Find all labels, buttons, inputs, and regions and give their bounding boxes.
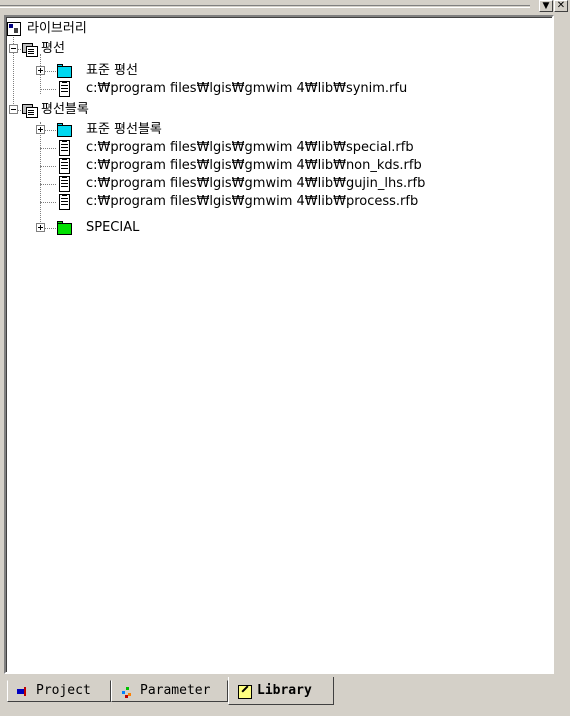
header-divider	[0, 5, 530, 6]
folder-icon	[56, 220, 72, 235]
tree-file-item[interactable]: c:₩program files₩lgis₩gmwim 4₩lib₩non_kd…	[6, 157, 546, 174]
tab-project[interactable]: Project	[7, 680, 111, 702]
expand-icon[interactable]	[36, 223, 45, 232]
tab-library[interactable]: Library	[228, 677, 334, 705]
close-icon: ✕	[556, 0, 566, 11]
tree-file-item[interactable]: c:₩program files₩lgis₩gmwim 4₩lib₩gujin_…	[6, 175, 546, 192]
tree-file-label: c:₩program files₩lgis₩gmwim 4₩lib₩proces…	[86, 194, 419, 209]
library-tree-panel[interactable]: 라이브러리 평선 표준 평선 c:₩program files₩lgis₩gmw…	[4, 15, 554, 674]
tree-folder-special[interactable]: SPECIAL	[6, 219, 546, 236]
expand-icon[interactable]	[36, 125, 45, 134]
document-icon	[56, 81, 72, 97]
folder-icon	[56, 63, 72, 78]
panel-header: ▼ ✕	[0, 0, 570, 15]
document-icon	[56, 194, 72, 210]
tree-file-item[interactable]: c:₩program files₩lgis₩gmwim 4₩lib₩specia…	[6, 139, 546, 156]
folder-icon	[56, 122, 72, 137]
collapse-icon[interactable]	[9, 44, 18, 53]
tab-parameter[interactable]: Parameter	[111, 680, 228, 702]
dropdown-button[interactable]: ▼	[539, 0, 553, 12]
tree-folder-label: SPECIAL	[86, 220, 140, 235]
tree-group-label: 평선블록	[41, 102, 89, 117]
tree-group-line[interactable]: 평선	[6, 40, 546, 57]
library-tab-icon	[237, 685, 253, 699]
collapse-icon[interactable]	[9, 105, 18, 114]
library-icon	[6, 21, 22, 36]
tree-folder-label: 표준 평선	[86, 63, 138, 78]
project-icon	[16, 686, 32, 698]
tree-file-label: c:₩program files₩lgis₩gmwim 4₩lib₩synim.…	[86, 81, 408, 96]
tree-folder-standard-block[interactable]: 표준 평선블록	[6, 121, 546, 138]
tree-file-label: c:₩program files₩lgis₩gmwim 4₩lib₩gujin_…	[86, 176, 426, 191]
library-tree[interactable]: 라이브러리 평선 표준 평선 c:₩program files₩lgis₩gmw…	[6, 17, 552, 672]
tree-group-label: 평선	[41, 41, 65, 56]
database-icon	[21, 102, 38, 118]
document-icon	[56, 176, 72, 192]
header-divider-highlight	[0, 7, 530, 8]
tree-group-line-block[interactable]: 평선블록	[6, 101, 546, 118]
tab-label: Library	[257, 683, 312, 698]
tree-folder-standard-line[interactable]: 표준 평선	[6, 62, 546, 79]
tree-file-label: c:₩program files₩lgis₩gmwim 4₩lib₩specia…	[86, 140, 414, 155]
chevron-down-icon: ▼	[542, 1, 550, 11]
tree-root[interactable]: 라이브러리	[6, 20, 546, 37]
expand-icon[interactable]	[36, 66, 45, 75]
close-button[interactable]: ✕	[554, 0, 568, 12]
panel-tabs: Project Parameter Library	[0, 674, 570, 716]
tree-folder-label: 표준 평선블록	[86, 122, 162, 137]
tree-file-item[interactable]: c:₩program files₩lgis₩gmwim 4₩lib₩proces…	[6, 193, 546, 210]
tree-root-label: 라이브러리	[27, 21, 87, 36]
tab-label: Project	[36, 683, 91, 698]
tree-file-label: c:₩program files₩lgis₩gmwim 4₩lib₩non_kd…	[86, 158, 422, 173]
tree-file-item[interactable]: c:₩program files₩lgis₩gmwim 4₩lib₩synim.…	[6, 80, 546, 97]
document-icon	[56, 140, 72, 156]
parameter-icon	[120, 686, 136, 698]
document-icon	[56, 158, 72, 174]
tab-label: Parameter	[140, 683, 211, 698]
database-icon	[21, 41, 38, 57]
